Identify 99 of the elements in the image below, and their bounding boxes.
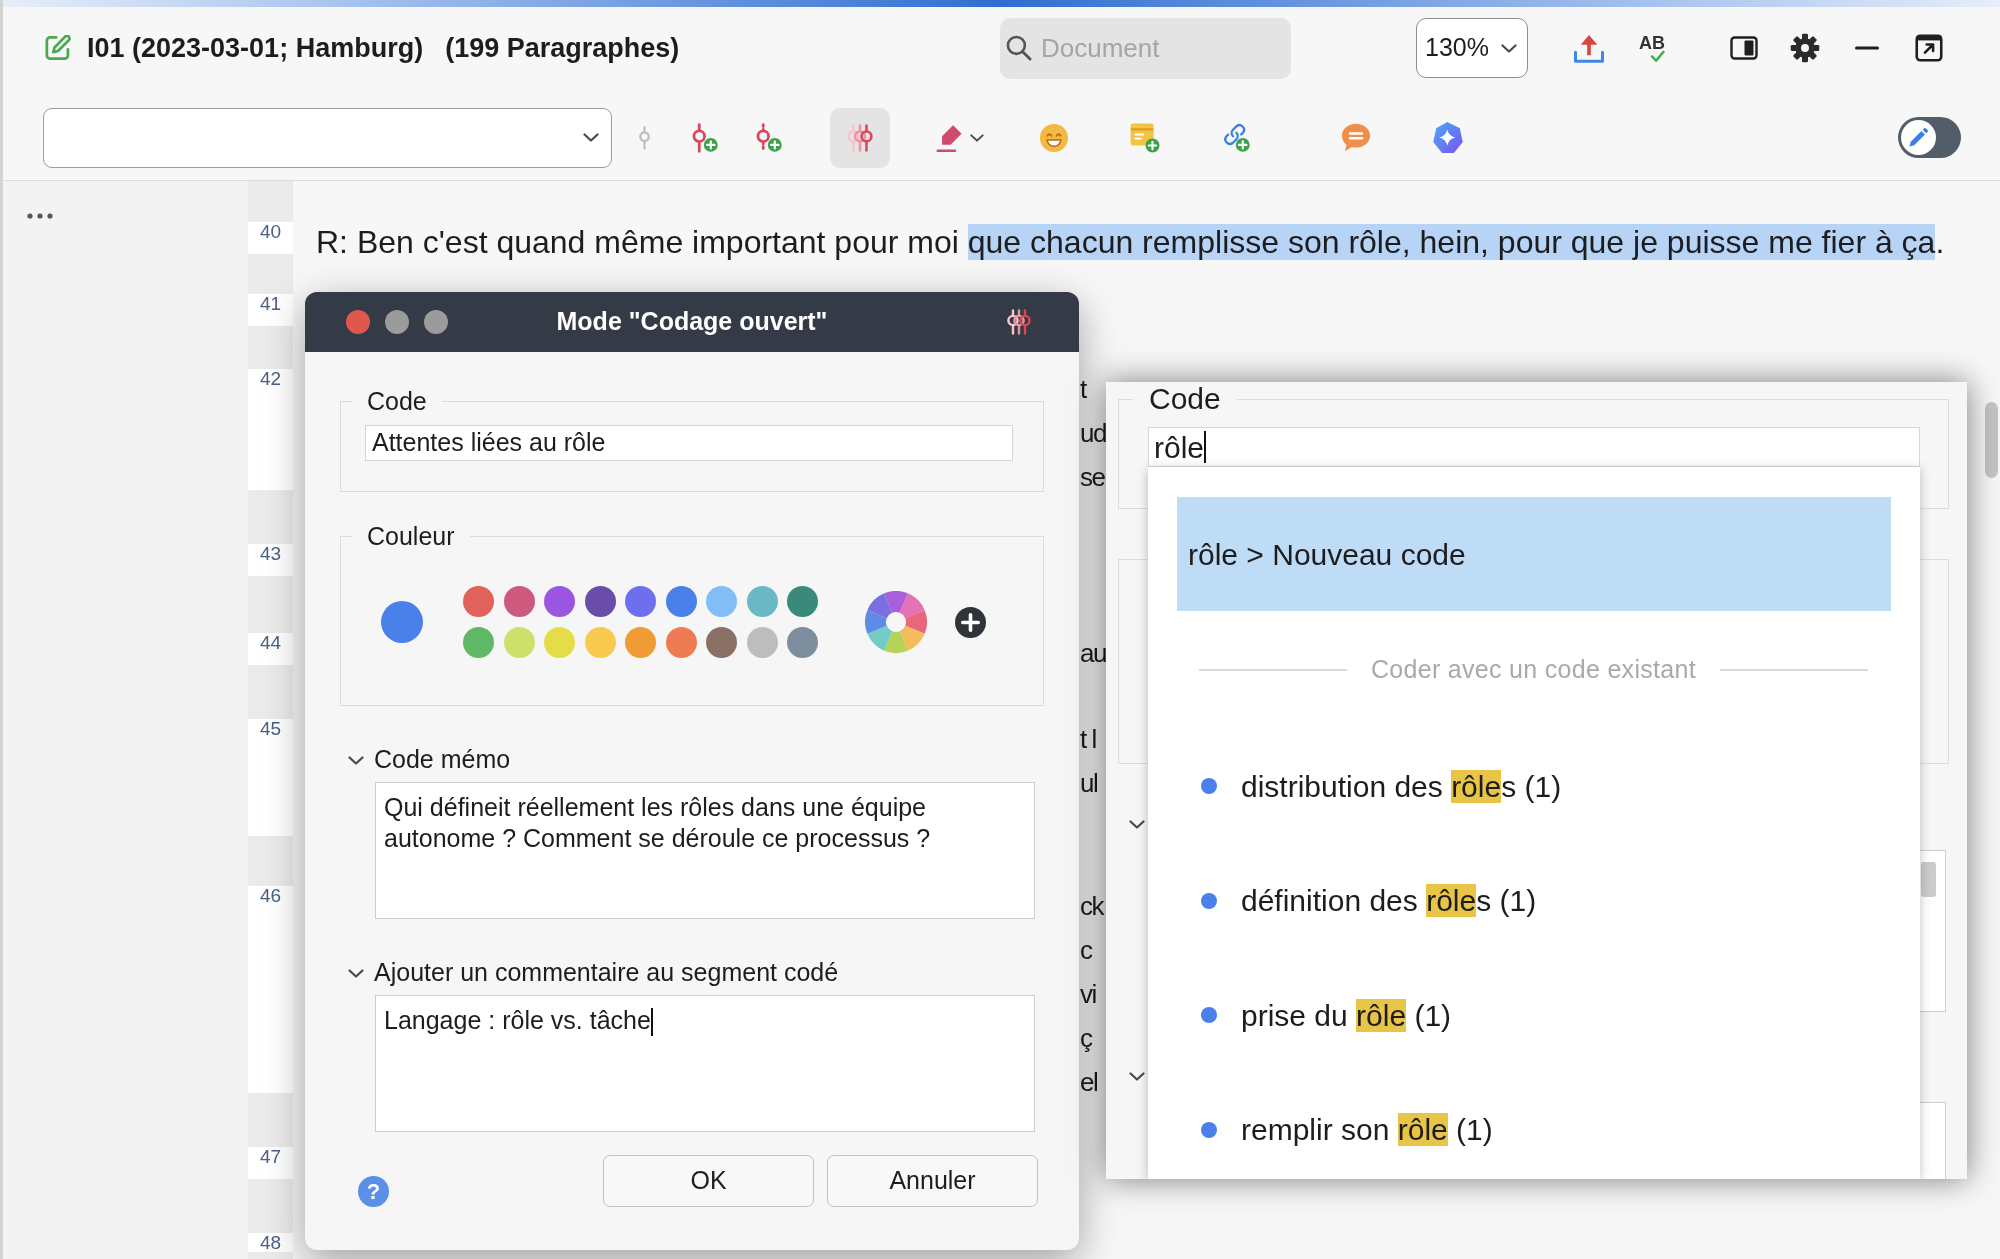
field-label: Code — [1148, 382, 1222, 416]
more-icon[interactable] — [27, 213, 53, 219]
color-swatch-icon[interactable] — [706, 626, 737, 658]
color-swatch-icon[interactable] — [746, 626, 778, 658]
line-number: 48 — [258, 1233, 283, 1252]
panel-icon[interactable] — [1730, 36, 1758, 60]
field-label: Couleur — [366, 522, 456, 551]
check-icon — [1650, 49, 1665, 62]
text-fragment: ud — [1080, 417, 1106, 450]
chevron-icon — [348, 755, 364, 765]
paragraph-count: (199 Paragraphes) — [445, 31, 680, 65]
smiley-icon[interactable] — [1040, 123, 1068, 152]
color-swatch-icon[interactable] — [544, 586, 575, 618]
field-label: Code — [366, 387, 428, 416]
text-fragment: se — [1080, 461, 1105, 494]
link-plus-icon[interactable] — [1222, 122, 1252, 153]
line-number: 47 — [258, 1147, 283, 1166]
highlighter-icon[interactable] — [936, 123, 964, 152]
autocomplete-option[interactable]: distribution des rôles (1) — [1177, 750, 1891, 822]
search-icon — [1006, 35, 1032, 61]
color-swatch-icon[interactable] — [746, 586, 778, 618]
color-swatch-icon[interactable] — [665, 626, 697, 658]
text-fragment: au — [1080, 637, 1106, 670]
color-swatch-icon[interactable] — [706, 586, 737, 618]
scrollbar-thumb[interactable] — [1985, 402, 1998, 478]
edit-icon[interactable] — [45, 35, 71, 61]
chevron-icon — [583, 133, 599, 142]
color-swatch-icon[interactable] — [463, 586, 494, 618]
color-swatch-icon[interactable] — [503, 626, 535, 658]
code-input[interactable]: rôle — [1148, 427, 1920, 467]
comment-field[interactable]: Langage : rôle vs. tâche — [375, 995, 1035, 1132]
zoom-dropdown[interactable]: 130% — [1416, 18, 1528, 78]
upload-icon[interactable] — [1574, 33, 1604, 63]
line-number: 46 — [258, 886, 283, 905]
toolbar-button[interactable] — [830, 107, 890, 168]
multi-code-icon — [1005, 309, 1033, 335]
color-swatch-icon[interactable] — [665, 586, 697, 618]
text-fragment: t — [1080, 373, 1086, 406]
color-swatch-icon[interactable] — [544, 626, 575, 658]
autocomplete-option[interactable]: rôle > Nouveau code — [1177, 497, 1891, 611]
memo-plus-icon[interactable] — [1130, 122, 1160, 153]
text-fragment: ul — [1080, 767, 1098, 800]
text-field[interactable] — [1920, 1102, 1946, 1179]
color-swatch-icon[interactable] — [584, 586, 616, 618]
memo-field[interactable]: Qui défineit réellement les rôles dans une équipe autonome ? Comment se déroule ce processus ? — [375, 782, 1035, 919]
popout-icon[interactable] — [1915, 34, 1943, 62]
chevron-icon[interactable] — [1129, 820, 1145, 829]
chevron-icon — [348, 968, 364, 978]
line-number: 41 — [258, 294, 283, 313]
line-number: 43 — [258, 544, 283, 563]
zoom-button[interactable] — [424, 310, 448, 334]
text-fragment: el — [1080, 1066, 1098, 1099]
plus-icon[interactable] — [955, 606, 986, 638]
color-swatch-icon[interactable] — [787, 586, 818, 618]
paragraph-text: R: Ben c'est quand même important pour moi que chacun remplisse son rôle, hein, pour que je puisse me fier à ça. — [316, 223, 1945, 262]
dialog-title: Mode "Codage ouvert" — [556, 306, 828, 338]
speech-bubble-icon[interactable] — [1341, 123, 1371, 152]
text-fragment: t l — [1080, 723, 1096, 756]
line-number: 44 — [258, 633, 283, 652]
line-number: 42 — [258, 369, 283, 388]
section-toggle[interactable]: Code mémo — [348, 744, 511, 776]
settings-icon[interactable] — [1790, 33, 1820, 63]
text-field[interactable] — [1920, 850, 1946, 1012]
section-toggle[interactable]: Ajouter un commentaire au segment codé — [348, 957, 839, 989]
scrollbar-thumb[interactable] — [1921, 862, 1936, 897]
ok-button[interactable]: OK — [603, 1155, 814, 1207]
cancel-button[interactable]: Annuler — [827, 1155, 1038, 1207]
text-fragment: ck — [1080, 890, 1103, 923]
color-swatch-icon[interactable] — [503, 586, 535, 618]
code-dropdown[interactable] — [43, 107, 612, 168]
minimize-icon[interactable] — [1854, 46, 1880, 50]
color-swatch-icon[interactable] — [625, 626, 656, 658]
close-button[interactable] — [346, 310, 370, 334]
sparkle-icon[interactable] — [1433, 122, 1463, 153]
chevron-icon — [1500, 43, 1517, 53]
color-swatch-icon[interactable] — [584, 626, 616, 658]
code-plus-icon[interactable] — [691, 122, 719, 153]
text-fragment: ç — [1080, 1022, 1092, 1055]
code-input[interactable]: Attentes liées au rôle — [365, 425, 1013, 461]
pencil-icon — [1909, 128, 1928, 147]
autocomplete-option[interactable]: définition des rôles (1) — [1177, 864, 1891, 937]
color-swatch-icon[interactable] — [787, 626, 818, 658]
autocomplete-option[interactable]: prise du rôle (1) — [1177, 979, 1891, 1051]
edit-mode-toggle[interactable] — [1898, 117, 1961, 158]
document-title: I01 (2023-03-01; Hamburg) — [87, 31, 424, 65]
line-number: 40 — [258, 222, 283, 241]
text-fragment: c — [1080, 934, 1092, 967]
spellcheck-button[interactable]: AB — [1639, 34, 1665, 62]
color-wheel-icon[interactable] — [865, 591, 927, 653]
caret-icon[interactable] — [970, 133, 984, 142]
dotted-code-plus-icon[interactable] — [755, 122, 783, 153]
text-fragment: vi — [1080, 978, 1096, 1011]
divider-label: Coder avec un code existant — [1371, 654, 1696, 686]
chevron-icon[interactable] — [1129, 1072, 1145, 1081]
minimize-button[interactable] — [385, 310, 409, 334]
color-swatch-icon[interactable] — [463, 626, 494, 658]
autocomplete-option[interactable]: remplir son rôle (1) — [1177, 1093, 1891, 1166]
color-swatch-icon[interactable] — [625, 586, 656, 618]
line-number: 45 — [258, 719, 283, 738]
